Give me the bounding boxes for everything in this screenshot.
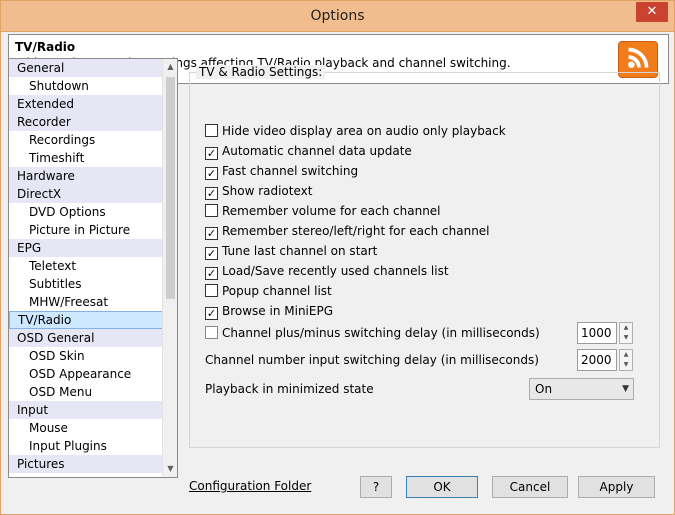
spin-up-icon[interactable]: ▲ (620, 350, 632, 360)
tree-item[interactable]: Teletext (9, 257, 163, 275)
number-delay-label: Channel number input switching delay (in… (205, 353, 539, 367)
spin-up-icon[interactable]: ▲ (620, 323, 632, 333)
setting-checkbox-row[interactable]: ✓ Show radiotext (205, 183, 312, 201)
number-delay-spinner[interactable]: 2000 ▲ ▼ (577, 349, 633, 371)
checked-checkbox[interactable]: ✓ (205, 247, 218, 260)
checked-checkbox[interactable]: ✓ (205, 227, 218, 240)
tree-item[interactable]: OSD Menu (9, 383, 163, 401)
group-label: TV & Radio Settings: (196, 65, 326, 79)
configuration-folder-link[interactable]: Configuration Folder (189, 479, 311, 493)
tree-item[interactable]: OSD General (9, 329, 163, 347)
setting-checkbox-row[interactable]: Channel plus/minus switching delay (in m… (205, 325, 540, 343)
tree-item[interactable]: OSD Appearance (9, 365, 163, 383)
checked-checkbox[interactable]: ✓ (205, 187, 218, 200)
category-tree[interactable]: General Shutdown Extended Recorder Recording… (8, 58, 178, 478)
section-title: TV/Radio (15, 40, 76, 54)
close-icon[interactable]: ✕ (636, 2, 668, 22)
checked-checkbox[interactable]: ✓ (205, 147, 218, 160)
checkbox-label: Popup channel list (222, 284, 332, 298)
setting-checkbox-row[interactable]: ✓ Browse in MiniEPG (205, 303, 333, 321)
setting-checkbox-row[interactable]: ✓ Tune last channel on start (205, 243, 377, 261)
setting-checkbox-row[interactable]: ✓ Fast channel switching (205, 163, 358, 181)
checkbox-label: Browse in MiniEPG (222, 304, 334, 318)
apply-button[interactable]: Apply (578, 476, 655, 498)
setting-checkbox-row[interactable]: ✓ Load/Save recently used channels list (205, 263, 449, 281)
cancel-button[interactable]: Cancel (492, 476, 568, 498)
tree-item[interactable]: DirectX (9, 185, 163, 203)
spinner-buttons[interactable]: ▲ ▼ (619, 349, 633, 371)
chevron-down-icon: ▼ (622, 384, 629, 394)
tree-item[interactable]: Recorder (9, 113, 163, 131)
minimized-state-select[interactable]: On ▼ (529, 378, 634, 400)
window-title: Options (310, 8, 365, 24)
checkbox-label: Remember volume for each channel (222, 204, 441, 218)
tree-item[interactable]: TV/Radio (9, 311, 163, 329)
number-delay-input[interactable]: 2000 (577, 349, 617, 371)
tree-item[interactable]: Timeshift (9, 149, 163, 167)
tree-item[interactable]: Extended (9, 95, 163, 113)
tree-item[interactable]: Input Plugins (9, 437, 163, 455)
scrollbar-thumb[interactable] (166, 77, 175, 299)
checkbox-label: Fast channel switching (222, 164, 359, 178)
checkbox-label: Tune last channel on start (222, 244, 378, 258)
checkbox-label: Remember stereo/left/right for each chan… (222, 224, 490, 238)
chevron-up-icon[interactable]: ▲ (163, 59, 177, 75)
unchecked-checkbox[interactable] (205, 326, 218, 339)
ok-button[interactable]: OK (406, 476, 478, 498)
tree-item[interactable]: Picture in Picture (9, 221, 163, 239)
setting-checkbox-row[interactable]: ✓ Automatic channel data update (205, 143, 412, 161)
spin-down-icon[interactable]: ▼ (620, 360, 632, 370)
tree-item[interactable]: Pictures (9, 455, 163, 473)
setting-checkbox-row[interactable]: Popup channel list (205, 283, 332, 301)
tree-item[interactable]: Mouse (9, 419, 163, 437)
tree-item[interactable]: Recordings (9, 131, 163, 149)
unchecked-checkbox[interactable] (205, 204, 218, 217)
setting-checkbox-row[interactable]: Hide video display area on audio only pl… (205, 123, 506, 141)
checked-checkbox[interactable]: ✓ (205, 167, 218, 180)
tree-item[interactable]: MHW/Freesat (9, 293, 163, 311)
checkbox-label: Show radiotext (222, 184, 313, 198)
unchecked-checkbox[interactable] (205, 284, 218, 297)
minimized-state-label: Playback in minimized state (205, 382, 374, 396)
help-button[interactable]: ? (360, 476, 392, 498)
tree-item[interactable]: DVD Options (9, 203, 163, 221)
tree-item[interactable]: General (9, 59, 163, 77)
tree-item[interactable]: EPG (9, 239, 163, 257)
setting-checkbox-row[interactable]: ✓ Remember stereo/left/right for each cha… (205, 223, 490, 241)
tree-item[interactable]: Subtitles (9, 275, 163, 293)
plus-minus-delay-spinner[interactable]: 1000 ▲ ▼ (577, 322, 633, 344)
spinner-buttons[interactable]: ▲ ▼ (619, 322, 633, 344)
tree-item[interactable]: OSD Skin (9, 347, 163, 365)
tree-item[interactable]: Hardware (9, 167, 163, 185)
title-bar: Options ✕ (0, 0, 675, 32)
checkbox-label: Channel plus/minus switching delay (in m… (222, 326, 540, 340)
checkbox-label: Hide video display area on audio only pl… (222, 124, 506, 138)
tree-items: General Shutdown Extended Recorder Recording… (9, 59, 163, 473)
tree-item[interactable]: Input (9, 401, 163, 419)
checked-checkbox[interactable]: ✓ (205, 267, 218, 280)
checkbox-label: Load/Save recently used channels list (222, 264, 449, 278)
unchecked-checkbox[interactable] (205, 124, 218, 137)
tree-scrollbar[interactable]: ▲ ▼ (162, 59, 177, 477)
spin-down-icon[interactable]: ▼ (620, 333, 632, 343)
checked-checkbox[interactable]: ✓ (205, 307, 218, 320)
minimized-state-value: On (535, 382, 553, 396)
setting-checkbox-row[interactable]: Remember volume for each channel (205, 203, 441, 221)
chevron-down-icon[interactable]: ▼ (163, 461, 177, 477)
plus-minus-delay-input[interactable]: 1000 (577, 322, 617, 344)
checkbox-label: Automatic channel data update (222, 144, 412, 158)
tree-item[interactable]: Shutdown (9, 77, 163, 95)
